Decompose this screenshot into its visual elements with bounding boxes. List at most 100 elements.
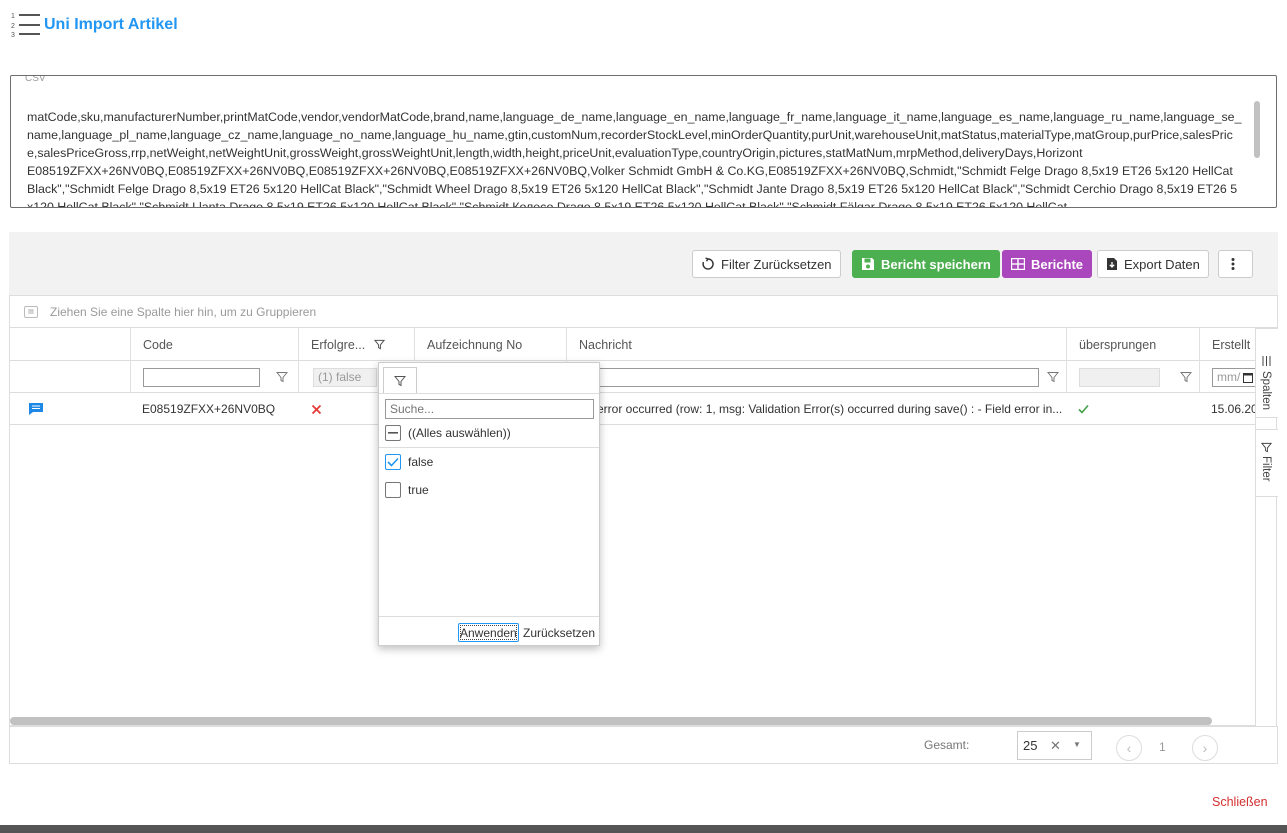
filter-input-nachricht[interactable] [579, 367, 1039, 387]
reports-button[interactable]: Berichte [1002, 250, 1093, 278]
more-options-button[interactable] [1218, 250, 1253, 278]
column-label-erfolg: Erfolgre... [311, 337, 366, 352]
side-tab-columns-label: Spalten [1260, 371, 1272, 411]
select-all-label: ((Alles auswählen)) [408, 426, 511, 440]
calendar-icon[interactable] [1243, 372, 1253, 383]
select-all-checkbox[interactable] [385, 425, 401, 441]
page-size-value: 25 [1023, 738, 1038, 753]
row-message: error occurred (row: 1, msg: Validation … [597, 402, 1062, 416]
group-panel[interactable]: ▤ Ziehen Sie eine Spalte hier hin, um zu… [9, 296, 1278, 328]
column-label-uebersprungen: übersprungen [1079, 337, 1157, 352]
filter-icon[interactable] [1180, 371, 1192, 383]
select-all-option[interactable]: ((Alles auswählen)) [385, 423, 511, 443]
column-header-nachricht[interactable]: Nachricht [566, 328, 1066, 361]
popup-divider [379, 447, 599, 448]
option-true[interactable]: true [385, 480, 429, 500]
option-false-checkbox[interactable] [385, 454, 401, 470]
group-hint: Ziehen Sie eine Spalte hier hin, um zu G… [50, 304, 317, 319]
apply-button[interactable]: Anwenden [458, 623, 519, 642]
column-header-uebersprungen[interactable]: übersprungen [1066, 328, 1199, 361]
export-label: Export Daten [1124, 256, 1200, 272]
grid-body [9, 425, 1255, 726]
bottom-bar [0, 825, 1287, 833]
prev-page-button[interactable]: ‹ [1116, 735, 1142, 761]
page-title: Uni Import Artikel [44, 16, 178, 33]
filter-value-erfolg: (1) false [313, 367, 377, 387]
table-icon [1011, 258, 1025, 270]
csv-scrollbar[interactable] [1254, 101, 1260, 158]
popup-footer: Anwenden Zurücksetzen [379, 616, 599, 646]
save-icon [862, 258, 874, 270]
filter-date-input[interactable]: mm/ [1212, 367, 1256, 387]
row-message-icon-cell[interactable] [28, 393, 48, 425]
page-number: 1 [1159, 740, 1166, 754]
side-tab-filter-label: Filter [1260, 456, 1272, 482]
horizontal-scrollbar[interactable] [10, 717, 1212, 725]
column-header-code[interactable]: Code [130, 328, 298, 361]
filter-icon[interactable] [1047, 371, 1059, 383]
table-row[interactable]: E08519ZFXX+26NV0BQ error occurred (row: … [9, 393, 1256, 425]
column-label-aufzeichnung: Aufzeichnung No [427, 337, 523, 352]
csv-label: CSV [23, 75, 48, 84]
row-code: E08519ZFXX+26NV0BQ [142, 402, 276, 416]
filter-icon [394, 375, 406, 386]
side-tab-filter[interactable]: Filter [1256, 429, 1278, 497]
group-icon: ▤ [24, 305, 38, 318]
filter-input-code[interactable] [143, 367, 260, 387]
filter-active-icon[interactable] [374, 339, 386, 350]
date-placeholder: mm/ [1217, 370, 1241, 384]
chevron-right-icon: › [1202, 740, 1208, 756]
filter-icon[interactable] [276, 371, 288, 383]
filter-cell-code [130, 361, 298, 393]
option-false-label: false [408, 455, 434, 469]
close-button[interactable]: Schließen [1212, 795, 1268, 809]
message-icon[interactable] [28, 402, 44, 416]
grid-footer: Gesamt: 25 ✕ ▼ ‹ 1 › [9, 726, 1278, 764]
clear-icon[interactable]: ✕ [1050, 738, 1061, 754]
csv-textarea[interactable]: CSV matCode,sku,manufacturerNumber,print… [10, 75, 1277, 208]
filter-cell-nachricht [566, 361, 1066, 393]
reports-label: Berichte [1031, 256, 1084, 272]
grid-toolbar: Filter Zurücksetzen Bericht speichern Be… [9, 232, 1278, 296]
total-label: Gesamt: [924, 738, 970, 752]
column-label-nachricht: Nachricht [579, 337, 632, 352]
filter-cell-uebersprungen [1066, 361, 1199, 393]
filter-cell-erstellt: mm/ [1199, 361, 1256, 393]
grid-filter-row: (1) false mm/ [9, 361, 1256, 393]
filter-icon [1261, 442, 1272, 453]
popup-divider [379, 393, 599, 394]
filter-popup: ((Alles auswählen)) false true Anwenden … [378, 362, 600, 646]
popup-filter-tab[interactable] [383, 367, 417, 394]
option-false[interactable]: false [385, 452, 433, 472]
row-uebersprungen [1078, 393, 1098, 425]
grid-panel: Filter Zurücksetzen Bericht speichern Be… [9, 232, 1278, 764]
page-size-select[interactable]: 25 ✕ ▼ [1017, 731, 1092, 760]
svg-text:1: 1 [11, 13, 15, 20]
next-page-button[interactable]: › [1192, 735, 1218, 761]
popup-search-input[interactable] [385, 399, 594, 419]
column-label-code: Code [143, 337, 173, 352]
dropdown-arrow-icon[interactable]: ▼ [1073, 740, 1081, 749]
grid-header-row: Code Erfolgre... Aufzeichnung No Nachric… [9, 328, 1255, 361]
page-header: 1 2 3 Uni Import Artikel [11, 11, 178, 39]
export-file-icon [1107, 258, 1117, 270]
column-header-erstellt[interactable]: Erstellt [1199, 328, 1256, 361]
export-button[interactable]: Export Daten [1097, 250, 1209, 278]
column-label-erstellt: Erstellt [1212, 337, 1251, 352]
reset-filter-label: Filter Zurücksetzen [721, 256, 832, 272]
option-true-checkbox[interactable] [385, 482, 401, 498]
reset-filter-button[interactable]: Filter Zurücksetzen [692, 250, 841, 278]
row-created: 15.06.20 [1211, 402, 1256, 416]
csv-content: matCode,sku,manufacturerNumber,printMatC… [27, 110, 1242, 208]
columns-icon [1262, 356, 1271, 366]
side-tab-columns[interactable]: Spalten [1256, 328, 1278, 418]
row-erfolg [311, 393, 331, 425]
save-report-button[interactable]: Bericht speichern [852, 250, 1000, 278]
reset-button[interactable]: Zurücksetzen [522, 623, 596, 642]
filter-value-uebersprungen [1079, 367, 1160, 387]
svg-text:2: 2 [11, 23, 15, 30]
option-true-label: true [408, 483, 429, 497]
column-header-aufzeichnung[interactable]: Aufzeichnung No [414, 328, 566, 361]
side-bar: Spalten Filter [1255, 328, 1278, 726]
column-header-erfolg[interactable]: Erfolgre... [298, 328, 414, 361]
